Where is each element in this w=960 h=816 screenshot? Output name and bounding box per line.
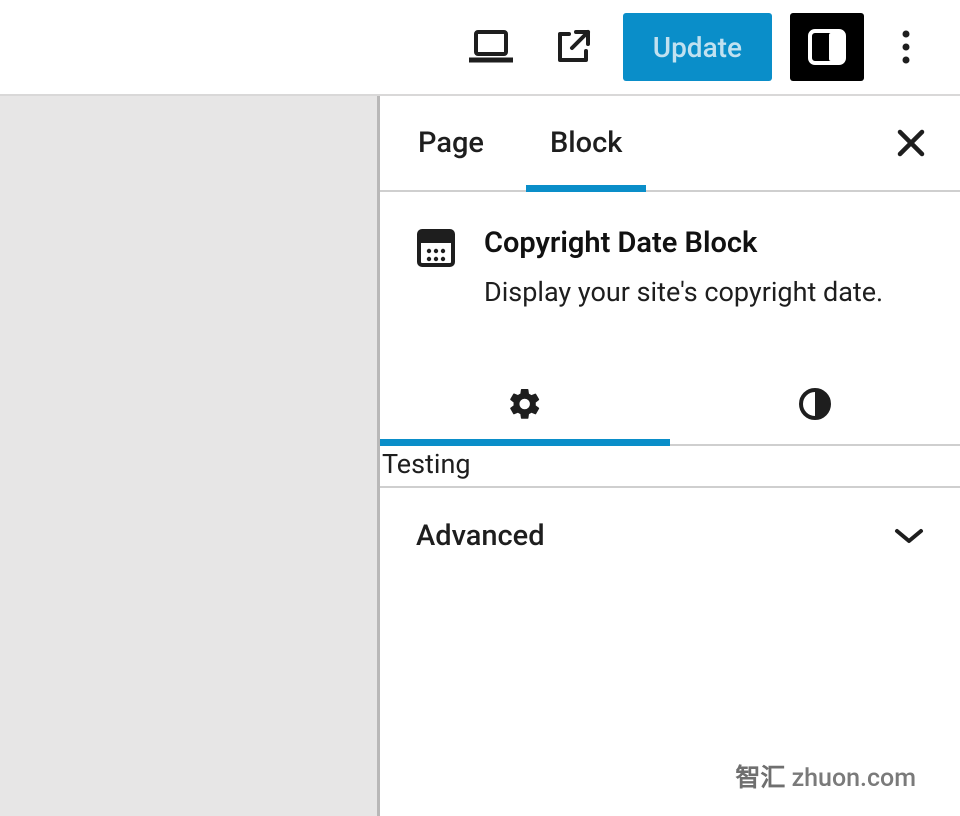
panel-advanced-label: Advanced (416, 519, 545, 553)
tab-block-label: Block (550, 126, 622, 160)
block-subtabs (380, 364, 960, 446)
block-header: Copyright Date Block Display your site's… (380, 192, 960, 328)
subtab-settings[interactable] (380, 364, 670, 444)
subtab-styles[interactable] (670, 364, 960, 444)
panel-testing: Testing (380, 446, 960, 488)
close-sidebar-button[interactable] (896, 128, 926, 158)
calendar-icon (416, 228, 456, 268)
laptop-icon (469, 30, 513, 64)
update-button[interactable]: Update (623, 13, 772, 81)
contrast-icon (798, 387, 832, 421)
block-title: Copyright Date Block (484, 226, 883, 260)
update-button-label: Update (653, 31, 742, 64)
view-desktop-button[interactable] (459, 15, 523, 79)
editor-canvas[interactable] (0, 96, 380, 816)
sidebar-tabs: Page Block (380, 96, 960, 192)
settings-sidebar-toggle[interactable] (790, 13, 864, 81)
editor-topbar: Update (0, 0, 960, 96)
chevron-down-icon (894, 527, 924, 545)
gear-icon (507, 386, 543, 422)
close-icon (896, 128, 926, 158)
view-external-button[interactable] (541, 15, 605, 79)
block-description: Display your site's copyright date. (484, 274, 883, 310)
panel-advanced[interactable]: Advanced (380, 488, 960, 584)
block-header-text: Copyright Date Block Display your site's… (484, 226, 883, 310)
tab-page-label: Page (418, 126, 484, 160)
sidebar-layout-icon (807, 28, 847, 66)
kebab-icon (902, 30, 910, 64)
more-options-button[interactable] (882, 15, 930, 79)
tab-page[interactable]: Page (414, 96, 488, 190)
block-icon-wrap (416, 226, 456, 310)
tab-block[interactable]: Block (546, 96, 626, 190)
panel-testing-label: Testing (382, 448, 471, 480)
editor-main: Page Block (0, 96, 960, 816)
settings-sidebar: Page Block (380, 96, 960, 816)
external-link-icon (554, 28, 592, 66)
